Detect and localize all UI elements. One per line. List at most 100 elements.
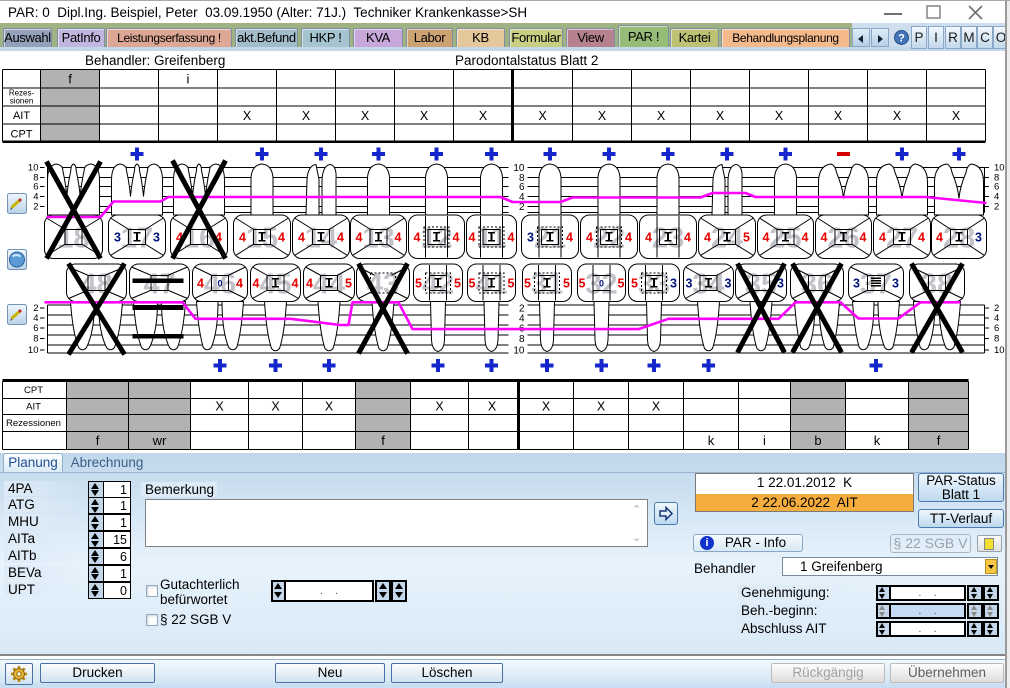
- svg-text:4: 4: [802, 230, 809, 244]
- svg-text:4: 4: [936, 230, 943, 244]
- svg-text:5: 5: [508, 276, 515, 290]
- svg-text:4: 4: [278, 230, 285, 244]
- svg-text:4: 4: [306, 276, 313, 290]
- svg-text:X: X: [243, 109, 252, 123]
- svg-text:8: 8: [994, 334, 999, 345]
- svg-text:f: f: [937, 433, 941, 448]
- svg-text:X: X: [598, 109, 607, 123]
- svg-text:k: k: [708, 433, 715, 448]
- svg-text:f: f: [68, 72, 72, 87]
- svg-text:sionen: sionen: [10, 97, 34, 106]
- svg-text:4: 4: [918, 230, 925, 244]
- svg-text:4: 4: [395, 230, 402, 244]
- svg-text:5: 5: [345, 276, 352, 290]
- svg-text:4: 4: [239, 230, 246, 244]
- svg-text:4: 4: [197, 276, 204, 290]
- svg-text:4: 4: [763, 230, 770, 244]
- svg-text:i: i: [763, 433, 766, 448]
- svg-text:X: X: [538, 109, 547, 123]
- svg-text:5: 5: [454, 276, 461, 290]
- svg-text:wr: wr: [152, 433, 167, 448]
- svg-text:4: 4: [414, 230, 421, 244]
- svg-text:X: X: [716, 109, 725, 123]
- svg-text:4: 4: [292, 276, 299, 290]
- svg-text:X: X: [435, 400, 444, 414]
- svg-text:3: 3: [725, 276, 732, 290]
- svg-text:4: 4: [704, 230, 711, 244]
- svg-text:4: 4: [625, 230, 632, 244]
- svg-text:0: 0: [217, 278, 222, 288]
- svg-text:4: 4: [298, 230, 305, 244]
- svg-text:X: X: [834, 109, 843, 123]
- svg-text:6: 6: [33, 323, 38, 334]
- svg-text:8: 8: [519, 334, 525, 345]
- svg-text:5: 5: [524, 276, 531, 290]
- svg-text:X: X: [893, 109, 902, 123]
- svg-text:0: 0: [599, 278, 604, 288]
- svg-text:X: X: [597, 400, 606, 414]
- svg-text:2: 2: [519, 202, 525, 213]
- svg-text:4: 4: [645, 230, 652, 244]
- svg-text:4: 4: [356, 230, 363, 244]
- svg-text:2: 2: [994, 202, 999, 213]
- svg-text:X: X: [952, 109, 961, 123]
- svg-text:2: 2: [33, 202, 38, 213]
- svg-text:X: X: [479, 109, 488, 123]
- svg-text:CPT: CPT: [11, 129, 33, 141]
- svg-text:10: 10: [28, 345, 39, 356]
- svg-text:4: 4: [821, 230, 828, 244]
- svg-text:48: 48: [80, 268, 112, 300]
- svg-text:X: X: [488, 400, 497, 414]
- svg-text:10: 10: [513, 346, 525, 357]
- svg-text:X: X: [657, 109, 666, 123]
- svg-text:3: 3: [527, 230, 534, 244]
- svg-text:10: 10: [994, 345, 1005, 356]
- svg-text:5: 5: [415, 276, 422, 290]
- svg-text:X: X: [652, 400, 661, 414]
- svg-text:X: X: [775, 109, 784, 123]
- svg-text:f: f: [96, 433, 100, 448]
- svg-text:4: 4: [469, 230, 476, 244]
- svg-text:4: 4: [879, 230, 886, 244]
- svg-text:X: X: [325, 400, 334, 414]
- svg-text:5: 5: [743, 230, 750, 244]
- svg-text:AIT: AIT: [26, 402, 41, 413]
- svg-text:X: X: [361, 109, 370, 123]
- svg-text:X: X: [542, 400, 551, 414]
- svg-text:6: 6: [994, 323, 999, 334]
- svg-text:i: i: [187, 72, 190, 87]
- svg-text:4: 4: [236, 276, 243, 290]
- svg-text:b: b: [814, 433, 821, 448]
- svg-text:3: 3: [686, 276, 693, 290]
- svg-text:47: 47: [143, 268, 175, 300]
- svg-text:f: f: [381, 433, 385, 448]
- svg-text:4: 4: [337, 230, 344, 244]
- svg-text:AIT: AIT: [13, 110, 30, 122]
- svg-text:5: 5: [469, 276, 476, 290]
- svg-text:3: 3: [892, 276, 899, 290]
- svg-text:8: 8: [33, 334, 38, 345]
- svg-text:4: 4: [860, 230, 867, 244]
- svg-text:4: 4: [566, 230, 573, 244]
- svg-text:X: X: [420, 109, 429, 123]
- svg-text:37: 37: [860, 268, 892, 300]
- svg-text:4: 4: [253, 276, 260, 290]
- svg-text:3: 3: [670, 276, 677, 290]
- svg-text:3: 3: [975, 230, 982, 244]
- svg-text:3: 3: [153, 230, 160, 244]
- svg-text:k: k: [874, 433, 881, 448]
- svg-text:Rezessionen: Rezessionen: [6, 418, 61, 429]
- svg-text:X: X: [215, 400, 224, 414]
- svg-text:CPT: CPT: [24, 385, 43, 396]
- svg-text:4: 4: [586, 230, 593, 244]
- svg-text:X: X: [271, 400, 280, 414]
- svg-text:5: 5: [618, 276, 625, 290]
- svg-text:4: 4: [453, 230, 460, 244]
- svg-text:5: 5: [563, 276, 570, 290]
- svg-text:4: 4: [508, 230, 515, 244]
- svg-text:?: ?: [898, 33, 905, 45]
- svg-text:5: 5: [579, 276, 586, 290]
- svg-text:5: 5: [631, 276, 638, 290]
- svg-text:4: 4: [684, 230, 691, 244]
- svg-text:3: 3: [853, 276, 860, 290]
